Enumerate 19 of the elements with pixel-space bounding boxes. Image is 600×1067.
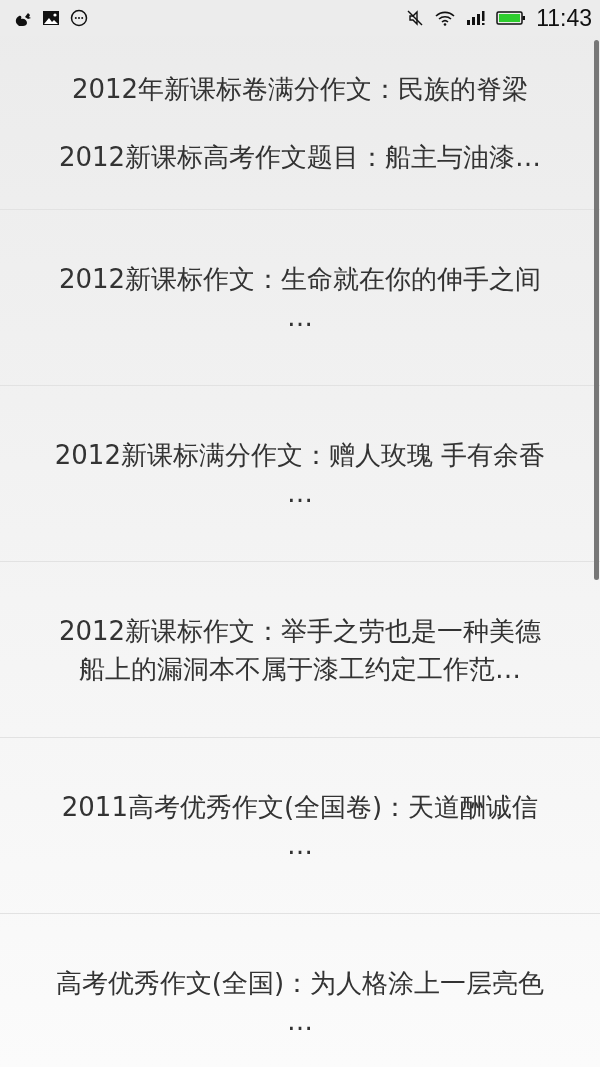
article-title[interactable]: 2012新课标作文：生命就在你的伸手之间 (58, 259, 542, 298)
image-icon (42, 9, 60, 27)
article-title[interactable]: 2012年新课标卷满分作文：民族的脊梁 (71, 69, 529, 108)
article-title[interactable]: 2012新课标满分作文：赠人玫瑰 手有余香 (54, 435, 546, 474)
article-title[interactable]: 2012新课标高考作文题目：船主与油漆… (58, 137, 542, 176)
article-title[interactable]: 高考优秀作文(全国)：为人格涂上一层亮色 (55, 963, 545, 1002)
article-title[interactable]: 2012新课标作文：举手之劳也是一种美德 (58, 611, 542, 650)
signal-icon (466, 9, 487, 27)
article-title[interactable]: 船上的漏洞本不属于漆工约定工作范… (79, 649, 521, 688)
article-title[interactable]: … (287, 473, 313, 512)
article-title[interactable]: … (287, 297, 313, 336)
wifi-icon (434, 9, 457, 27)
article-title[interactable]: … (287, 825, 313, 864)
battery-icon (496, 9, 527, 27)
clock-time: 11:43 (536, 4, 592, 32)
article-title[interactable]: 2011高考优秀作文(全国卷)：天道酬诚信 (61, 787, 539, 826)
article-title[interactable]: … (287, 1001, 313, 1040)
more-icon (70, 9, 88, 27)
mute-icon (406, 9, 425, 27)
